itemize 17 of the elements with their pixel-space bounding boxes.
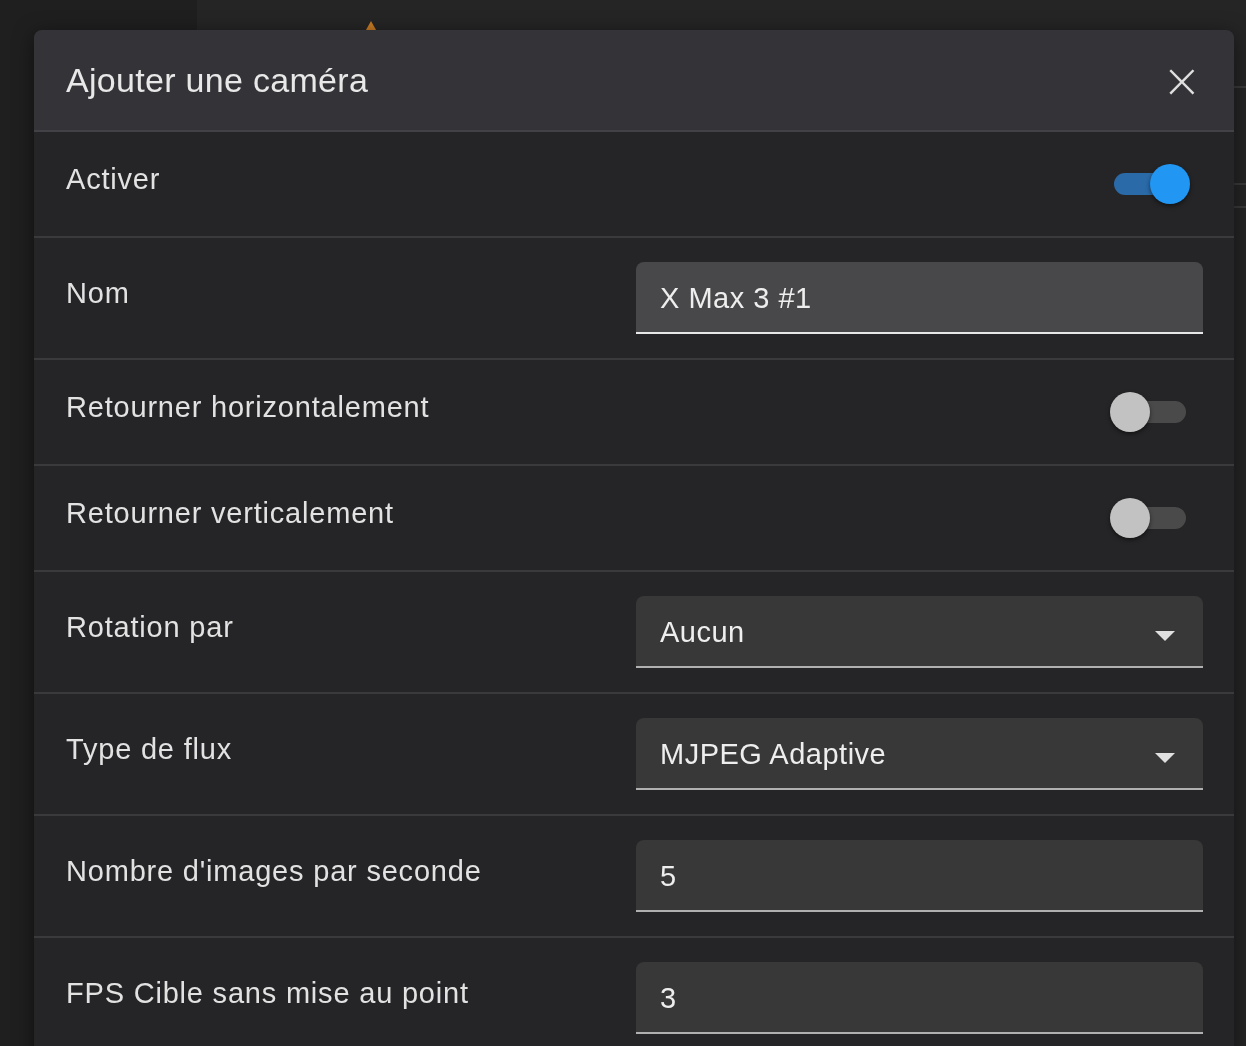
- field-label: Nombre d'images par seconde: [66, 854, 482, 888]
- dropdown[interactable]: MJPEG Adaptive: [636, 718, 1203, 790]
- field-label: Retourner horizontalement: [66, 390, 430, 424]
- caret-icon: [1155, 631, 1175, 641]
- close-button[interactable]: ×: [1153, 56, 1210, 104]
- input-field[interactable]: 3: [636, 962, 1203, 1034]
- input-field[interactable]: 5: [636, 840, 1203, 912]
- field-label: Rotation par: [66, 610, 234, 644]
- field-label: Type de flux: [66, 732, 232, 766]
- input-field[interactable]: X Max 3 #1: [636, 262, 1203, 334]
- field-label: FPS Cible sans mise au point: [66, 976, 469, 1010]
- field-label: Activer: [66, 162, 161, 196]
- dropdown[interactable]: Aucun: [636, 596, 1203, 668]
- caret-icon: [1155, 753, 1175, 763]
- field-label: Retourner verticalement: [66, 496, 394, 530]
- dialog-title: Ajouter une caméra: [66, 60, 369, 100]
- field-label: Nom: [66, 276, 130, 310]
